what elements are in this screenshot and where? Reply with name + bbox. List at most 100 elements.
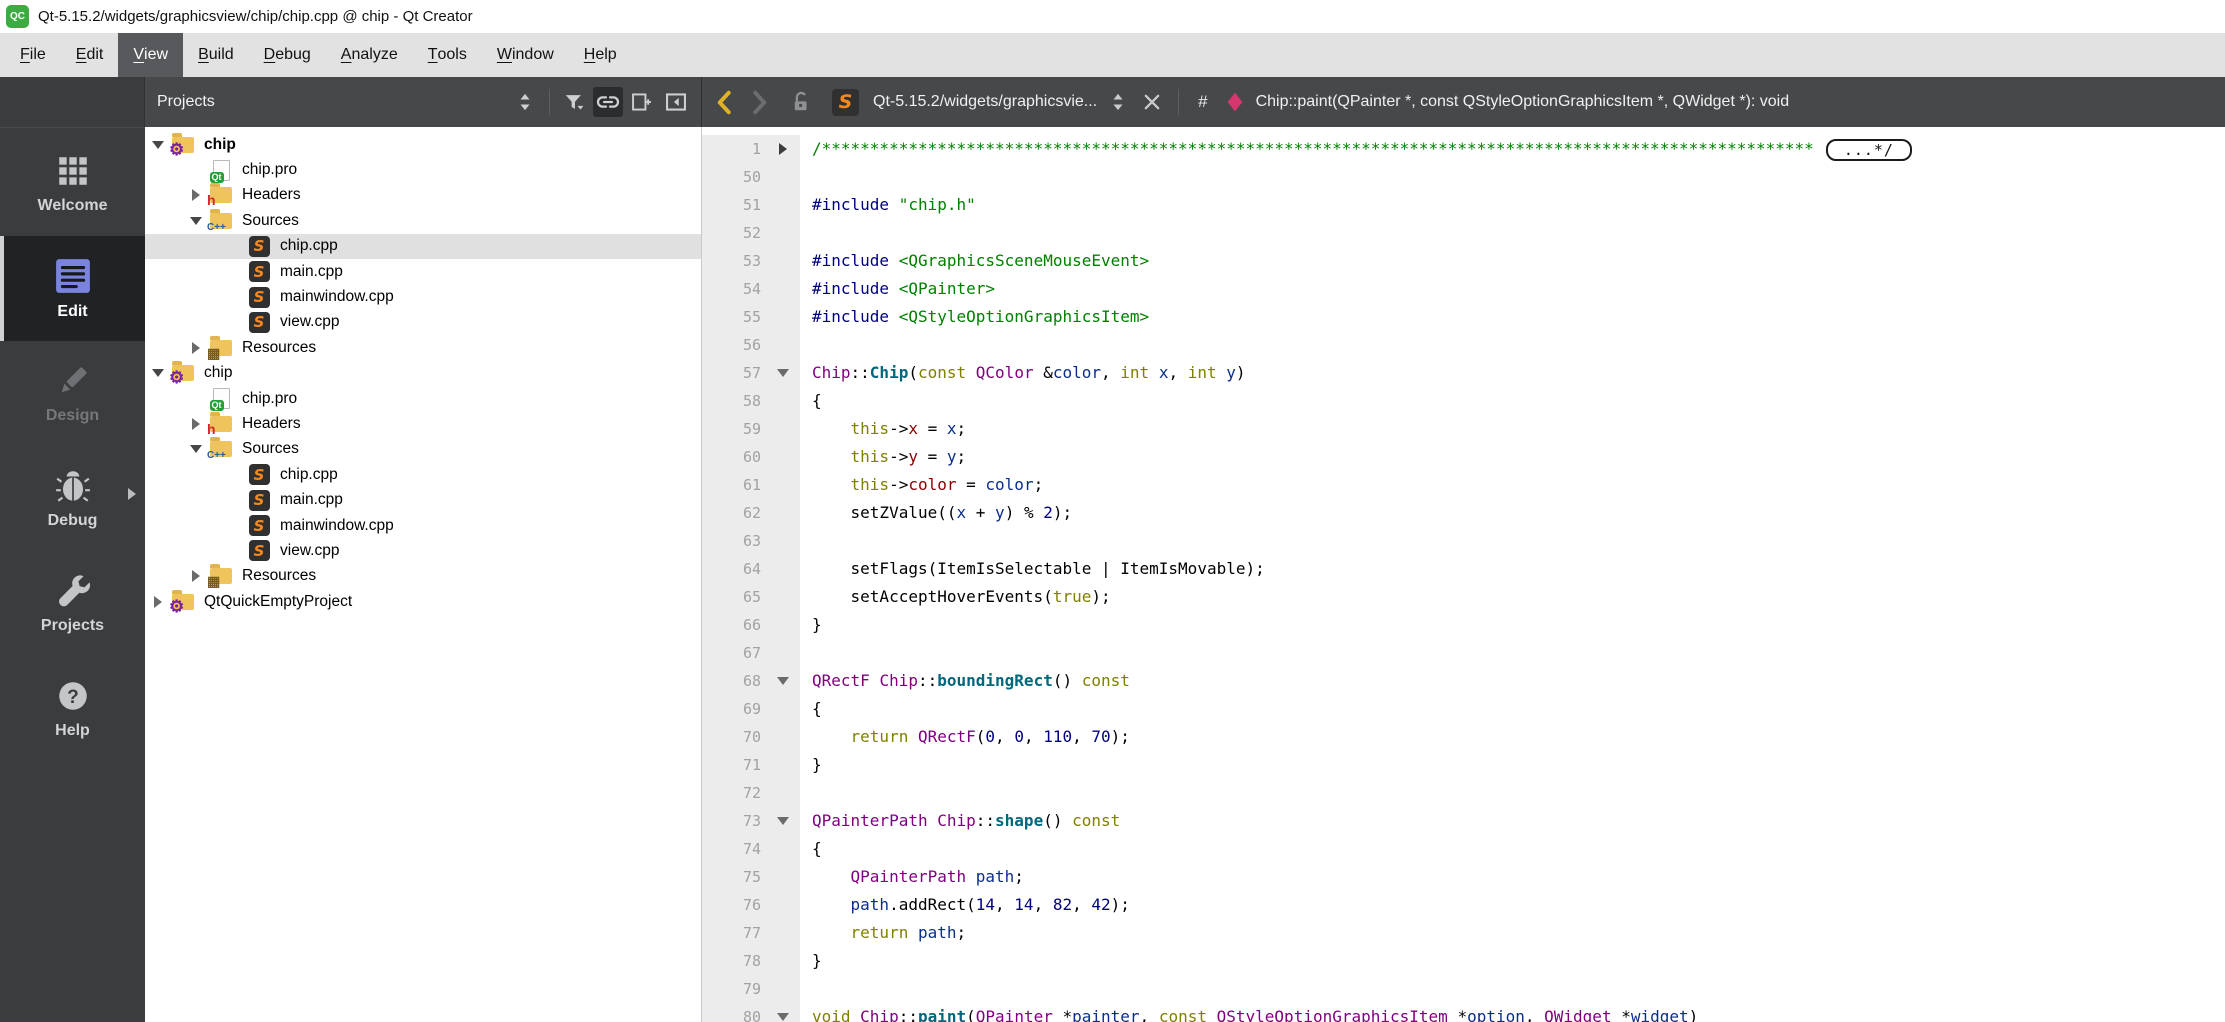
code-line-text[interactable]: this->y = y; (800, 443, 966, 471)
code-line-63[interactable]: 63 (702, 527, 2225, 555)
code-line-text[interactable]: { (800, 387, 822, 415)
code-line-text[interactable]: Chip::Chip(const QColor &color, int x, i… (800, 359, 1246, 387)
tree-item-mainwindow-cpp[interactable]: Smainwindow.cpp (145, 284, 701, 309)
code-line-text[interactable]: this->x = x; (800, 415, 966, 443)
code-line-60[interactable]: 60 this->y = y; (702, 443, 2225, 471)
code-line-62[interactable]: 62 setZValue((x + y) % 2); (702, 499, 2225, 527)
collapsed-arrow-icon[interactable] (185, 342, 207, 354)
code-line-56[interactable]: 56 (702, 331, 2225, 359)
code-line-text[interactable]: this->color = color; (800, 471, 1043, 499)
mode-debug[interactable]: Debug (0, 446, 145, 551)
tree-item-chip[interactable]: ⚙chip (145, 361, 701, 386)
code-line-58[interactable]: 58{ (702, 387, 2225, 415)
expanded-arrow-icon[interactable] (185, 217, 207, 225)
tree-item-chip-cpp[interactable]: Schip.cpp (145, 234, 701, 259)
code-line-text[interactable] (800, 779, 812, 807)
code-line-text[interactable]: } (800, 751, 822, 779)
code-line-52[interactable]: 52 (702, 219, 2225, 247)
tree-item-resources[interactable]: ▦Resources (145, 335, 701, 360)
code-line-79[interactable]: 79 (702, 975, 2225, 1003)
code-line-text[interactable] (800, 331, 812, 359)
code-line-1[interactable]: 1/**************************************… (702, 135, 2225, 163)
code-line-65[interactable]: 65 setAcceptHoverEvents(true); (702, 583, 2225, 611)
unlocked-icon[interactable] (788, 88, 814, 116)
tree-item-qtquickemptyproject[interactable]: ⚙QtQuickEmptyProject (145, 589, 701, 614)
code-line-text[interactable]: return path; (800, 919, 966, 947)
code-line-text[interactable]: return QRectF(0, 0, 110, 70); (800, 723, 1130, 751)
code-line-68[interactable]: 68QRectF Chip::boundingRect() const (702, 667, 2225, 695)
fold-open-icon[interactable] (765, 807, 800, 835)
code-line-text[interactable]: path.addRect(14, 14, 82, 42); (800, 891, 1130, 919)
tree-item-headers[interactable]: hHeaders (145, 183, 701, 208)
code-line-69[interactable]: 69{ (702, 695, 2225, 723)
open-document-dropdown[interactable]: Qt-5.15.2/widgets/graphicsvie... (873, 93, 1097, 111)
code-line-text[interactable]: QPainterPath Chip::shape() const (800, 807, 1120, 835)
tree-item-sources[interactable]: C++Sources (145, 208, 701, 233)
go-back-icon[interactable] (712, 88, 738, 116)
expanded-arrow-icon[interactable] (185, 445, 207, 453)
fold-open-icon[interactable] (765, 359, 800, 387)
code-line-text[interactable]: void Chip::paint(QPainter *painter, cons… (800, 1003, 1698, 1022)
code-line-text[interactable]: #include <QGraphicsSceneMouseEvent> (800, 247, 1149, 275)
current-symbol-dropdown[interactable]: Chip::paint(QPainter *, const QStyleOpti… (1256, 93, 1790, 111)
go-forward-icon[interactable] (746, 88, 772, 116)
menu-view[interactable]: View (118, 33, 183, 77)
expanded-arrow-icon[interactable] (147, 369, 169, 377)
menu-debug[interactable]: Debug (249, 33, 326, 77)
tree-item-main-cpp[interactable]: Smain.cpp (145, 487, 701, 512)
tree-item-chip-pro[interactable]: Qtchip.pro (145, 386, 701, 411)
code-line-text[interactable]: setFlags(ItemIsSelectable | ItemIsMovabl… (800, 555, 1265, 583)
code-line-51[interactable]: 51#include "chip.h" (702, 191, 2225, 219)
code-line-text[interactable] (800, 975, 812, 1003)
code-line-77[interactable]: 77 return path; (702, 919, 2225, 947)
code-editor[interactable]: 1/**************************************… (702, 127, 2225, 1022)
code-line-text[interactable]: } (800, 947, 822, 975)
fold-collapsed-icon[interactable] (765, 135, 800, 163)
code-line-text[interactable]: QPainterPath path; (800, 863, 1024, 891)
filter-icon[interactable] (559, 87, 589, 117)
debug-flyout-arrow-icon[interactable] (128, 488, 136, 500)
code-line-80[interactable]: 80void Chip::paint(QPainter *painter, co… (702, 1003, 2225, 1022)
tree-item-main-cpp[interactable]: Smain.cpp (145, 259, 701, 284)
collapsed-arrow-icon[interactable] (147, 596, 169, 608)
document-spinner-icon[interactable] (1105, 88, 1131, 116)
menu-tools[interactable]: Tools (413, 33, 482, 77)
code-line-text[interactable]: #include <QPainter> (800, 275, 995, 303)
close-document-icon[interactable] (1139, 88, 1165, 116)
code-line-text[interactable]: setAcceptHoverEvents(true); (800, 583, 1111, 611)
menu-file[interactable]: File (5, 33, 61, 77)
mode-edit[interactable]: Edit (0, 236, 145, 341)
sort-updown-icon[interactable] (510, 87, 540, 117)
menu-help[interactable]: Help (569, 33, 632, 77)
code-line-text[interactable]: { (800, 835, 822, 863)
tree-item-chip[interactable]: ⚙chip (145, 132, 701, 157)
menu-build[interactable]: Build (183, 33, 249, 77)
code-line-70[interactable]: 70 return QRectF(0, 0, 110, 70); (702, 723, 2225, 751)
code-line-text[interactable]: #include <QStyleOptionGraphicsItem> (800, 303, 1149, 331)
code-line-text[interactable] (800, 163, 812, 191)
fold-open-icon[interactable] (765, 667, 800, 695)
code-line-text[interactable] (800, 639, 812, 667)
tree-item-sources[interactable]: C++Sources (145, 437, 701, 462)
code-line-53[interactable]: 53#include <QGraphicsSceneMouseEvent> (702, 247, 2225, 275)
code-line-text[interactable] (800, 527, 812, 555)
code-line-72[interactable]: 72 (702, 779, 2225, 807)
code-line-50[interactable]: 50 (702, 163, 2225, 191)
tree-item-chip-pro[interactable]: Qtchip.pro (145, 157, 701, 182)
split-icon[interactable] (627, 87, 657, 117)
close-panel-icon[interactable] (661, 87, 691, 117)
code-line-61[interactable]: 61 this->color = color; (702, 471, 2225, 499)
code-line-text[interactable]: setZValue((x + y) % 2); (800, 499, 1072, 527)
tree-item-view-cpp[interactable]: Sview.cpp (145, 310, 701, 335)
collapsed-arrow-icon[interactable] (185, 418, 207, 430)
tree-item-headers[interactable]: hHeaders (145, 411, 701, 436)
code-line-text[interactable]: { (800, 695, 822, 723)
code-line-text[interactable]: /***************************************… (800, 135, 1912, 163)
code-line-text[interactable]: } (800, 611, 822, 639)
code-line-text[interactable] (800, 219, 812, 247)
code-line-75[interactable]: 75 QPainterPath path; (702, 863, 2225, 891)
code-line-74[interactable]: 74{ (702, 835, 2225, 863)
mode-welcome[interactable]: Welcome (0, 131, 145, 236)
code-line-text[interactable]: QRectF Chip::boundingRect() const (800, 667, 1130, 695)
tree-item-mainwindow-cpp[interactable]: Smainwindow.cpp (145, 513, 701, 538)
